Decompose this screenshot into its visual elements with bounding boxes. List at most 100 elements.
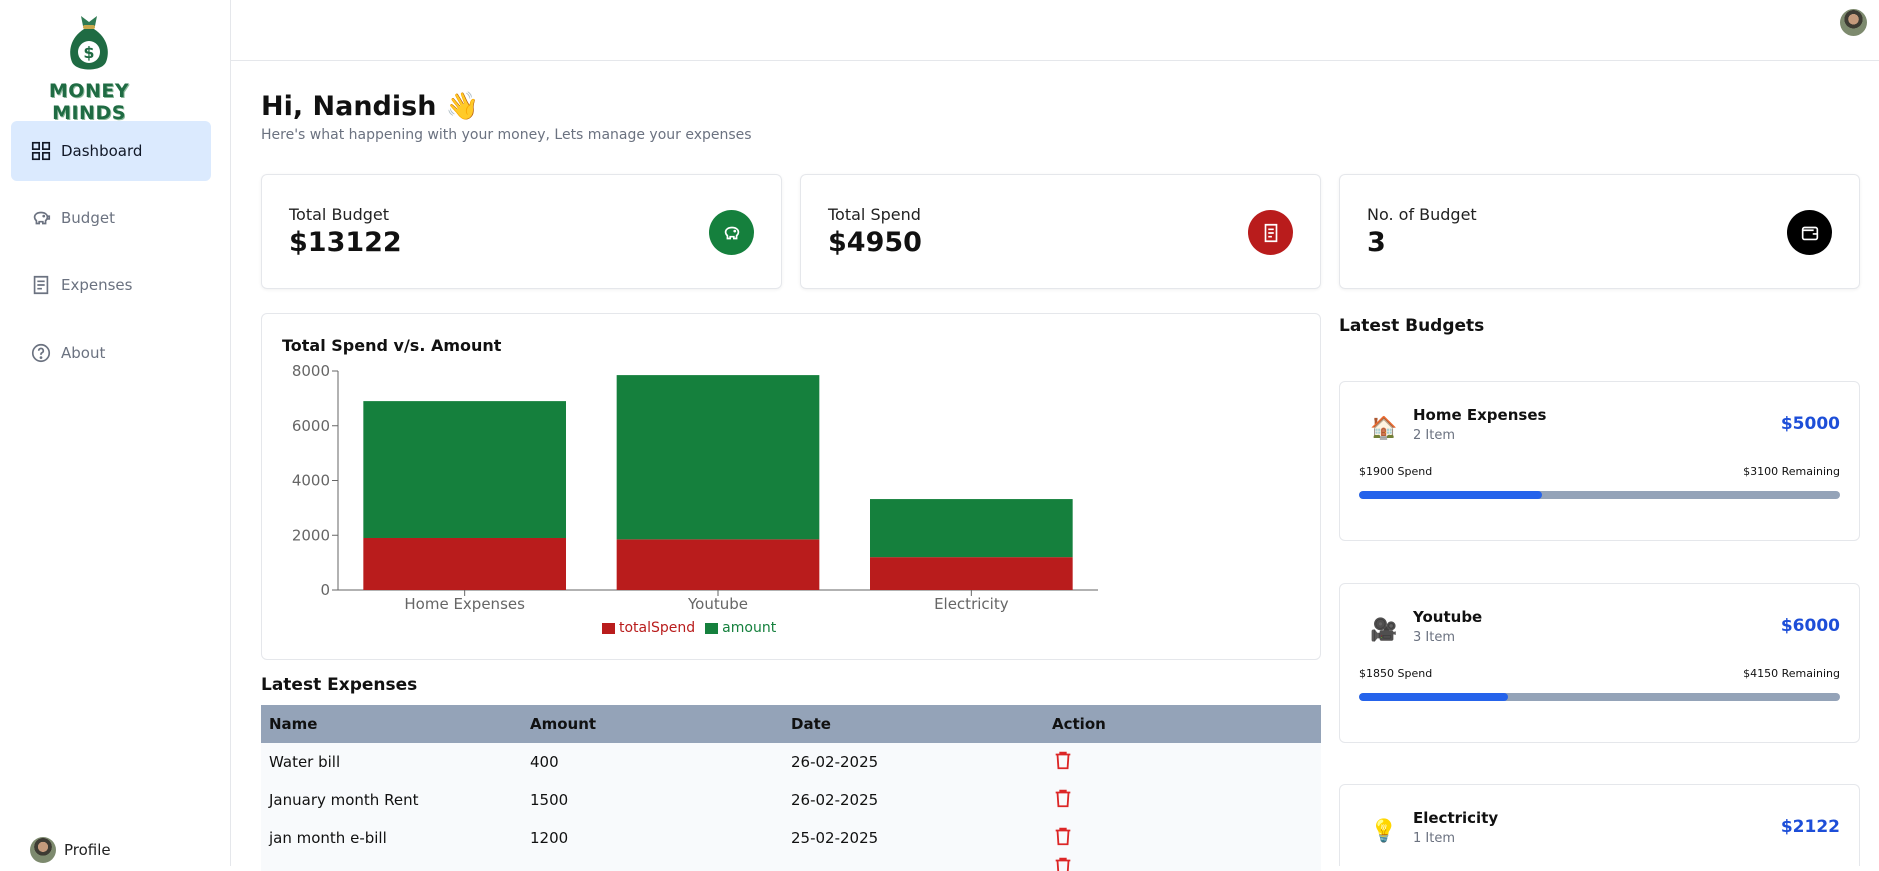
sidebar-item-dashboard[interactable]: Dashboard bbox=[11, 121, 211, 181]
budget-item-count: 1 Item bbox=[1413, 831, 1455, 846]
legend-label: amount bbox=[722, 620, 777, 636]
expense-action bbox=[1044, 825, 1321, 851]
money-bag-icon: $ bbox=[70, 16, 108, 70]
table-row: jan month e-bill 1200 25-02-2025 bbox=[261, 819, 1321, 857]
x-tick-label: Home Expenses bbox=[404, 595, 525, 613]
expense-date: 26-02-2025 bbox=[791, 753, 879, 771]
column-header-action: Action bbox=[1052, 715, 1106, 733]
sidebar: $ MONEY MINDS Dashboard Budget Expenses … bbox=[0, 0, 231, 866]
grid-icon bbox=[31, 141, 51, 161]
expense-date: 25-02-2025 bbox=[791, 829, 879, 847]
x-tick-label: Electricity bbox=[934, 595, 1009, 613]
bar-amount bbox=[363, 401, 566, 538]
expense-action bbox=[1044, 787, 1321, 813]
expense-name: jan month e-bill bbox=[269, 829, 387, 847]
latest-expenses-title: Latest Expenses bbox=[261, 675, 418, 695]
page-subtitle: Here's what happening with your money, L… bbox=[261, 127, 752, 143]
budget-spend: $1900 Spend bbox=[1359, 465, 1433, 478]
expense-name: January month Rent bbox=[269, 791, 419, 809]
column-header-name: Name bbox=[269, 715, 318, 733]
sidebar-item-label: Dashboard bbox=[61, 142, 143, 160]
sidebar-item-about[interactable]: About bbox=[11, 323, 211, 383]
trash-icon[interactable] bbox=[1052, 825, 1074, 847]
legend-item-totalspend[interactable]: totalSpend bbox=[602, 620, 695, 636]
stat-value: $4950 bbox=[828, 227, 922, 258]
budget-amount: $6000 bbox=[1780, 616, 1840, 636]
bar-chart: 0 2000 4000 6000 8000 Home Expenses Youtube Ele… bbox=[292, 362, 1098, 613]
budget-spend: $1850 Spend bbox=[1359, 667, 1433, 680]
expense-amount: 1500 bbox=[530, 791, 569, 809]
legend-swatch bbox=[705, 622, 719, 634]
profile-link[interactable]: Profile bbox=[30, 837, 111, 863]
table-header: Name Amount Date Action bbox=[261, 705, 1321, 743]
budget-card-youtube[interactable]: 🎥 Youtube 3 Item $6000 $1850 Spend $4150… bbox=[1339, 583, 1860, 743]
trash-icon[interactable] bbox=[1052, 857, 1074, 871]
table-row: January month Rent 1500 26-02-2025 bbox=[261, 781, 1321, 819]
light-bulb-icon: 💡 bbox=[1370, 818, 1398, 844]
budget-card-electricity[interactable]: 💡 Electricity 1 Item $2122 bbox=[1339, 784, 1860, 866]
stat-label: No. of Budget bbox=[1367, 205, 1477, 224]
budget-progress-fill bbox=[1359, 693, 1509, 701]
budget-name: Home Expenses bbox=[1413, 406, 1547, 424]
budget-amount: $2122 bbox=[1780, 817, 1840, 837]
expense-date: 26-02-2025 bbox=[791, 791, 879, 809]
help-circle-icon bbox=[31, 343, 51, 363]
latest-budgets-title: Latest Budgets bbox=[1339, 316, 1485, 336]
budget-progress-fill bbox=[1359, 491, 1542, 499]
y-tick-label: 4000 bbox=[292, 472, 330, 490]
sidebar-item-label: About bbox=[61, 344, 106, 362]
trash-icon[interactable] bbox=[1052, 749, 1074, 771]
budget-item-count: 2 Item bbox=[1413, 428, 1455, 443]
expense-name: Water bill bbox=[269, 753, 341, 771]
stat-label: Total Budget bbox=[289, 205, 389, 224]
expense-action bbox=[1044, 749, 1321, 775]
sidebar-item-expenses[interactable]: Expenses bbox=[11, 255, 211, 315]
video-camera-icon: 🎥 bbox=[1370, 617, 1398, 643]
expenses-table: Name Amount Date Action Water bill 400 2… bbox=[261, 705, 1321, 871]
bar-totalSpend bbox=[363, 537, 566, 590]
page-title: Hi, Nandish 👋 bbox=[261, 91, 480, 122]
budget-name: Youtube bbox=[1413, 608, 1483, 626]
bar-totalSpend bbox=[616, 539, 820, 590]
stat-label: Total Spend bbox=[828, 205, 921, 224]
budget-card-home-expenses[interactable]: 🏠 Home Expenses 2 Item $5000 $1900 Spend… bbox=[1339, 381, 1860, 541]
y-tick-label: 6000 bbox=[292, 417, 330, 435]
column-header-date: Date bbox=[791, 715, 831, 733]
sidebar-item-label: Budget bbox=[61, 209, 115, 227]
house-icon: 🏠 bbox=[1370, 415, 1398, 441]
piggy-bank-icon bbox=[33, 211, 51, 225]
svg-text:$: $ bbox=[83, 43, 94, 62]
user-avatar[interactable] bbox=[1840, 9, 1867, 36]
sidebar-item-label: Expenses bbox=[61, 276, 133, 294]
column-header-amount: Amount bbox=[530, 715, 597, 733]
y-tick-label: 8000 bbox=[292, 362, 330, 380]
profile-label: Profile bbox=[64, 841, 111, 859]
receipt-icon bbox=[33, 275, 49, 295]
chart-legend: totalSpend amount bbox=[602, 620, 786, 636]
bar-amount bbox=[870, 499, 1073, 558]
piggy-bank-icon bbox=[709, 210, 754, 255]
avatar bbox=[30, 837, 56, 863]
bar-amount bbox=[616, 375, 820, 540]
legend-swatch bbox=[602, 622, 615, 634]
stat-value: $13122 bbox=[289, 227, 402, 258]
stat-card-total-spend: Total Spend $4950 bbox=[800, 174, 1321, 289]
trash-icon[interactable] bbox=[1052, 787, 1074, 809]
sidebar-item-budget[interactable]: Budget bbox=[11, 188, 211, 248]
budget-remaining: $3100 Remaining bbox=[1743, 465, 1840, 478]
wallet-icon bbox=[1787, 210, 1832, 255]
budget-progress-bar bbox=[1359, 491, 1840, 499]
expense-amount: 400 bbox=[530, 753, 559, 771]
legend-item-amount[interactable]: amount bbox=[705, 620, 776, 636]
app-name: MONEY MINDS bbox=[48, 80, 130, 124]
bar-totalSpend bbox=[870, 557, 1073, 590]
budget-item-count: 3 Item bbox=[1413, 630, 1455, 645]
budget-progress-bar bbox=[1359, 693, 1840, 701]
budget-amount: $5000 bbox=[1780, 414, 1840, 434]
y-tick-label: 0 bbox=[320, 581, 330, 599]
expense-amount: 1200 bbox=[530, 829, 569, 847]
x-tick-label: Youtube bbox=[687, 595, 748, 613]
app-logo[interactable]: $ MONEY MINDS bbox=[14, 12, 164, 124]
legend-label: totalSpend bbox=[619, 620, 696, 636]
expense-action bbox=[1044, 857, 1321, 871]
